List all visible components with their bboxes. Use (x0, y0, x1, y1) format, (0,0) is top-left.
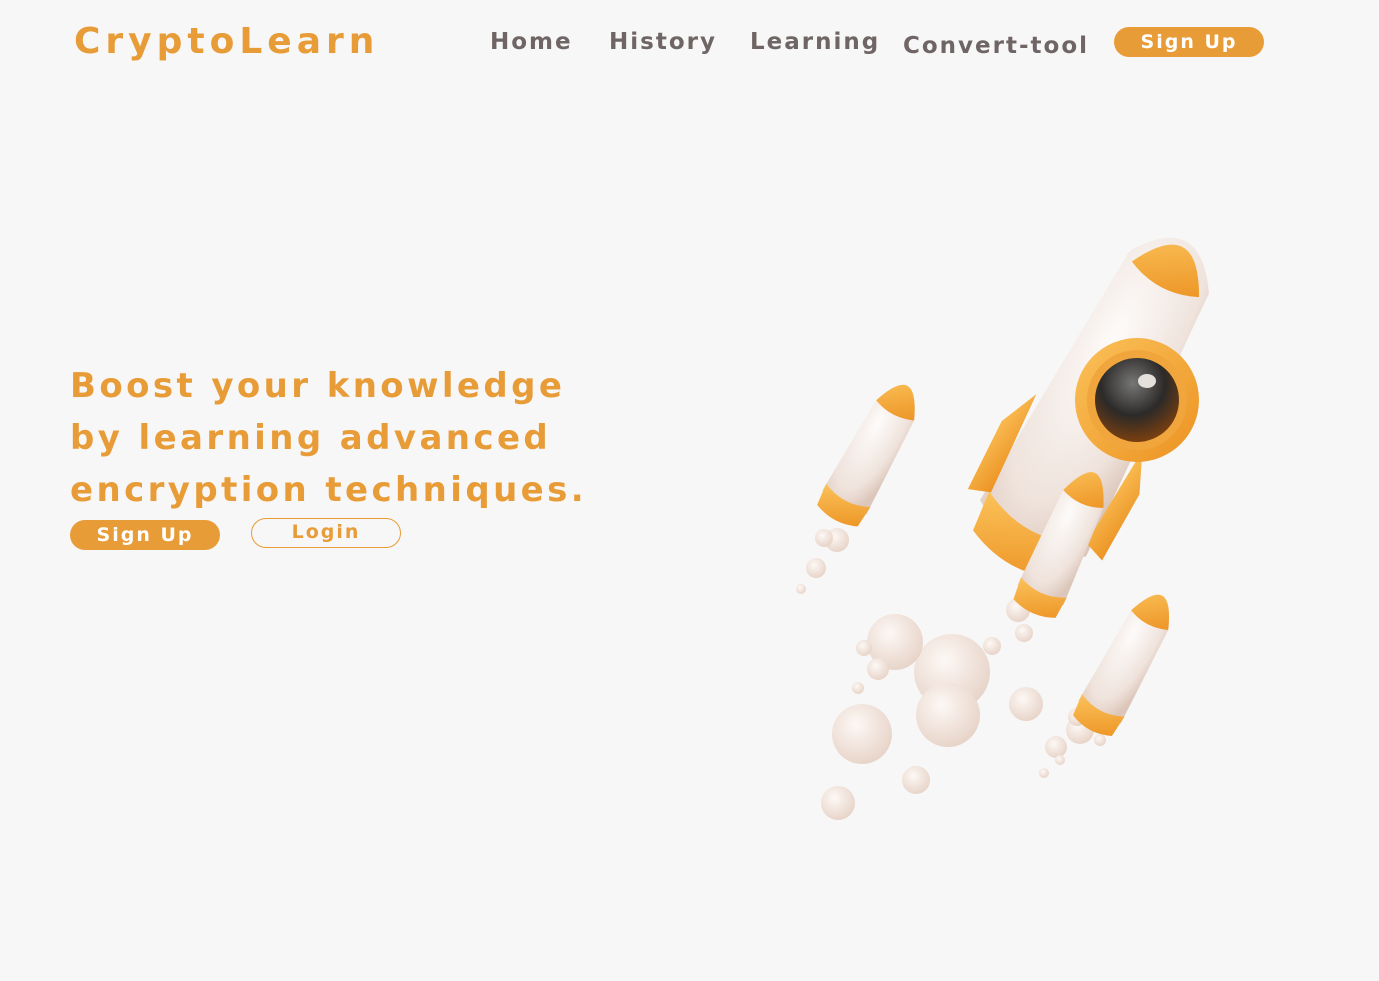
rocket-illustration (796, 237, 1209, 820)
nav-convert-tool[interactable]: Convert-tool (903, 31, 1089, 61)
hero-headline: Boost your knowledge by learning advance… (70, 366, 588, 510)
nav-learning[interactable]: Learning (750, 27, 880, 57)
nav-home[interactable]: Home (490, 27, 573, 57)
logo[interactable]: CryptoLearn (74, 20, 379, 64)
hero-signup-button[interactable]: Sign Up (70, 520, 220, 550)
hero-login-button[interactable]: Login (251, 518, 401, 548)
nav-history[interactable]: History (609, 27, 717, 57)
header-signup-button[interactable]: Sign Up (1114, 27, 1264, 57)
right-booster (1073, 594, 1169, 736)
porthole (1075, 338, 1199, 462)
left-booster (817, 384, 915, 527)
